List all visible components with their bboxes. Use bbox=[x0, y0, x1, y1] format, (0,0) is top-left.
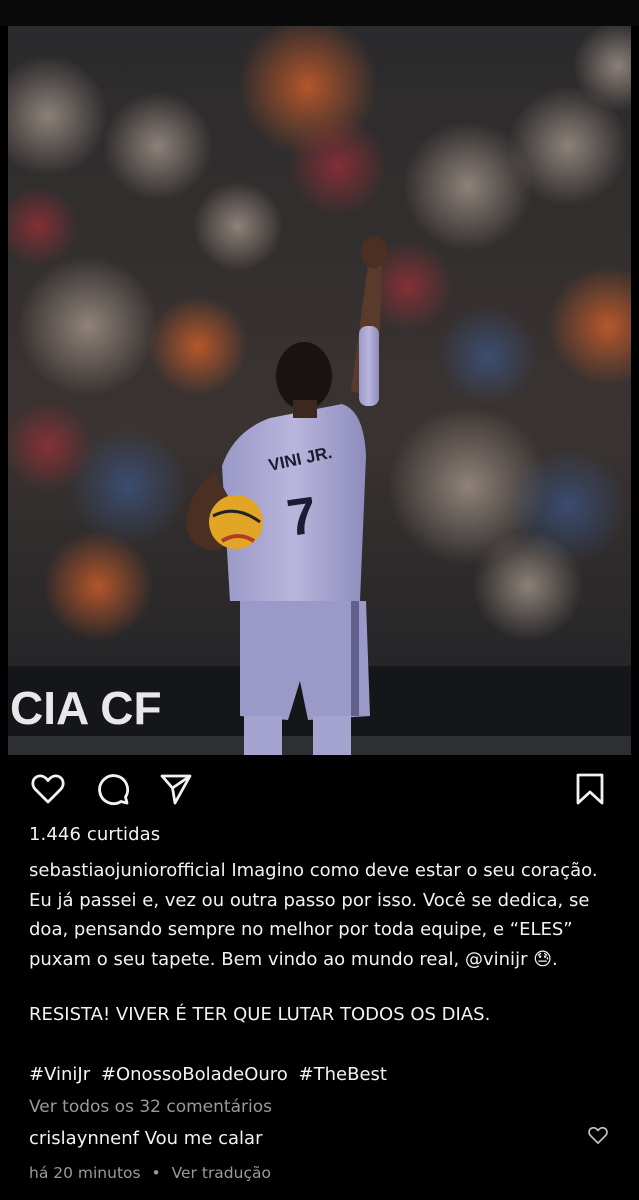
post-actions-bar bbox=[0, 768, 639, 810]
post-time: há 20 minutos bbox=[29, 1164, 141, 1182]
meta-separator: • bbox=[151, 1164, 161, 1182]
comment-icon[interactable] bbox=[96, 772, 130, 806]
like-button[interactable] bbox=[29, 768, 67, 810]
share-button[interactable] bbox=[157, 768, 195, 810]
hashtag-onossoboladeouro[interactable]: #OnossoBoladeOuro bbox=[101, 1064, 288, 1085]
caption-emoji: 😓 bbox=[533, 948, 552, 970]
instagram-post-screen: CIA CF VINI JR. 7 1.446 curtidas sebasti… bbox=[0, 0, 639, 1200]
hashtag-vinijr[interactable]: #ViniJr bbox=[29, 1064, 90, 1085]
comment-like-button[interactable] bbox=[588, 1126, 610, 1148]
post-photo-illustration: CIA CF VINI JR. 7 bbox=[8, 26, 631, 755]
caption-author[interactable]: sebastiaojuniorofficial bbox=[29, 860, 226, 881]
comment-row: crislaynnenf Vou me calar bbox=[29, 1128, 262, 1149]
caption-highlight: RESISTA! VIVER É TER QUE LUTAR TODOS OS … bbox=[29, 1004, 491, 1025]
comment-username[interactable]: crislaynnenf bbox=[29, 1128, 139, 1149]
comment-text: Vou me calar bbox=[144, 1128, 263, 1149]
see-translation-link[interactable]: Ver tradução bbox=[172, 1164, 271, 1182]
likes-count[interactable]: 1.446 curtidas bbox=[29, 824, 160, 845]
caption-mention[interactable]: @vinijr bbox=[465, 949, 527, 970]
bookmark-icon[interactable] bbox=[575, 772, 605, 806]
heart-icon[interactable] bbox=[588, 1126, 608, 1145]
heart-icon[interactable] bbox=[31, 773, 65, 805]
caption-hashtags: #ViniJr #OnossoBoladeOuro #TheBest bbox=[29, 1060, 392, 1090]
post-caption: sebastiaojuniorofficial Imagino como dev… bbox=[29, 860, 598, 970]
save-button[interactable] bbox=[571, 768, 609, 810]
status-strip bbox=[0, 0, 639, 26]
share-icon[interactable] bbox=[159, 772, 193, 806]
post-meta: há 20 minutos • Ver tradução bbox=[29, 1164, 271, 1182]
board-text: CIA CF bbox=[10, 682, 162, 734]
post-photo[interactable]: CIA CF VINI JR. 7 bbox=[8, 26, 631, 755]
comment-button[interactable] bbox=[94, 768, 132, 810]
hashtag-thebest[interactable]: #TheBest bbox=[299, 1064, 387, 1085]
view-all-comments-link[interactable]: Ver todos os 32 comentários bbox=[29, 1097, 272, 1117]
